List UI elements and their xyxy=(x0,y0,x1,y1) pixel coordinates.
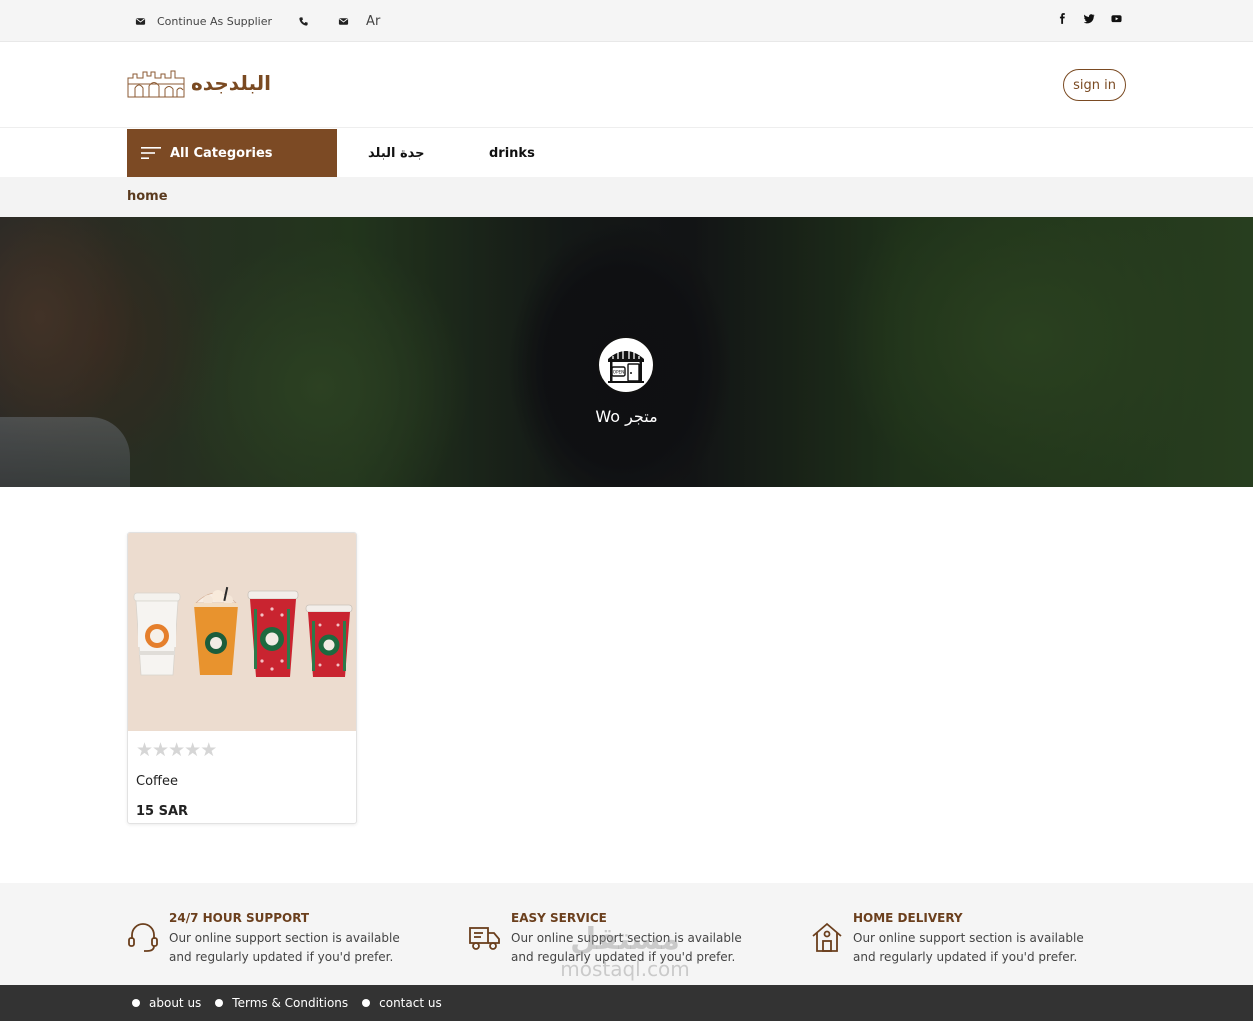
product-price: 15 SAR xyxy=(136,804,189,819)
site-header: البلدجده sign in xyxy=(0,42,1253,128)
sign-in-button[interactable]: sign in xyxy=(1063,69,1126,101)
footer-link-label: contact us xyxy=(379,996,442,1010)
bullet-icon xyxy=(215,999,224,1007)
feature-text: Our online support section is available … xyxy=(853,931,1084,964)
svg-text:OPEN: OPEN xyxy=(613,370,625,375)
product-image[interactable] xyxy=(128,533,356,731)
site-footer: about us Terms & Conditions contact us xyxy=(0,985,1253,1021)
footer-link-contact[interactable]: contact us xyxy=(362,996,442,1010)
feature-text: Our online support section is available … xyxy=(511,931,742,964)
store-hero-banner: OPEN Wo متجر xyxy=(0,217,1253,487)
star-icon: ★ xyxy=(184,739,201,761)
product-card[interactable]: ★★★★★ Coffee 15 SAR xyxy=(127,532,357,824)
store-name: Wo متجر xyxy=(595,407,658,426)
mail-icon[interactable] xyxy=(336,14,350,28)
phone-icon[interactable] xyxy=(296,14,310,28)
open-store-icon: OPEN xyxy=(608,350,644,383)
feature-title: HOME DELIVERY xyxy=(853,911,963,925)
feature-title: 24/7 HOUR SUPPORT xyxy=(169,911,310,925)
youtube-icon[interactable] xyxy=(1108,10,1125,27)
all-categories-button[interactable]: All Categories xyxy=(127,129,337,177)
footer-link-label: about us xyxy=(149,996,202,1010)
product-rating: ★★★★★ xyxy=(136,739,217,761)
top-bar-contact: Continue As Supplier Ar xyxy=(133,0,380,42)
product-name[interactable]: Coffee xyxy=(136,774,178,789)
store-avatar: OPEN xyxy=(597,336,655,394)
menu-icon xyxy=(141,147,161,159)
logo-text: البلدجده xyxy=(191,71,272,95)
hero-background-cushion xyxy=(0,417,130,487)
feature-text: Our online support section is available … xyxy=(169,931,400,964)
all-categories-label: All Categories xyxy=(170,145,273,161)
continue-as-supplier-link[interactable]: Continue As Supplier xyxy=(157,15,272,28)
hero-background xyxy=(0,217,150,487)
coffee-cups-illustration xyxy=(133,586,353,677)
nav-link-drinks[interactable]: drinks xyxy=(489,129,535,177)
bullet-icon xyxy=(132,999,140,1007)
star-icon: ★ xyxy=(152,739,169,761)
main-nav: All Categories جدة البلد drinks xyxy=(0,129,1253,177)
breadcrumb: home xyxy=(0,177,1253,217)
footer-links: about us Terms & Conditions contact us xyxy=(132,985,442,1021)
home-icon xyxy=(812,922,842,952)
site-logo[interactable]: البلدجده xyxy=(127,68,271,98)
mail-icon[interactable] xyxy=(133,14,147,28)
footer-link-label: Terms & Conditions xyxy=(232,996,349,1010)
twitter-icon[interactable] xyxy=(1081,10,1098,27)
feature-title: EASY SERVICE xyxy=(511,911,607,925)
truck-icon xyxy=(469,927,500,950)
features-strip: 24/7 HOUR SUPPORT Our online support sec… xyxy=(0,883,1253,985)
headset-icon xyxy=(128,923,158,952)
top-bar: Continue As Supplier Ar xyxy=(0,0,1253,42)
breadcrumb-home[interactable]: home xyxy=(127,189,168,204)
language-switch[interactable]: Ar xyxy=(366,14,380,29)
star-icon: ★ xyxy=(168,739,185,761)
old-town-gate-icon xyxy=(127,70,185,98)
social-links xyxy=(1054,10,1125,27)
star-icon: ★ xyxy=(200,739,217,761)
nav-link-jeddah-albalad[interactable]: جدة البلد xyxy=(368,129,425,177)
facebook-icon[interactable] xyxy=(1054,10,1071,27)
footer-link-terms[interactable]: Terms & Conditions xyxy=(215,996,348,1010)
bullet-icon xyxy=(362,999,371,1007)
footer-link-about[interactable]: about us xyxy=(132,996,201,1010)
star-icon: ★ xyxy=(136,739,153,761)
